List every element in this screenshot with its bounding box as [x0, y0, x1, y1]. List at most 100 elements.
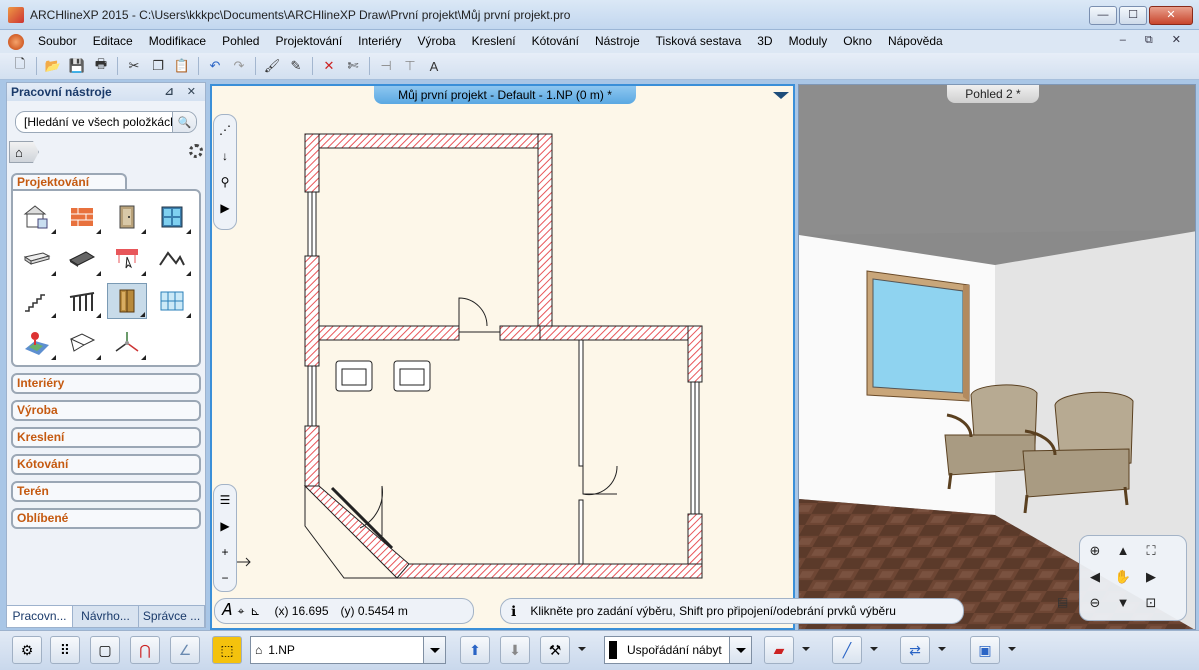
extend-icon[interactable]: ⊤ [400, 56, 420, 76]
expand-icon[interactable]: ▶ [220, 519, 229, 533]
minimize-button[interactable]: — [1089, 6, 1117, 25]
group-interiery[interactable]: Interiéry [11, 373, 201, 394]
chevron-down-icon[interactable] [572, 637, 594, 663]
menu-modifikace[interactable]: Modifikace [141, 30, 214, 53]
magnet-icon[interactable]: ⋂ [130, 636, 160, 664]
copy-icon[interactable]: ❐ [148, 56, 168, 76]
snap-icon[interactable]: 𝛢 [221, 602, 232, 620]
hammer-3d-icon[interactable]: ⚒ [540, 636, 570, 664]
menu-moduly[interactable]: Moduly [781, 30, 836, 53]
layers-icon[interactable]: ▤ [1057, 595, 1068, 609]
tab-pracovni[interactable]: Pracovn... [7, 606, 73, 627]
partition-lower[interactable] [578, 499, 584, 565]
wall-right-upper[interactable] [687, 325, 703, 383]
zoom-out-icon[interactable]: ⊖ [1084, 592, 1106, 614]
open-folder-icon[interactable]: 📂 [43, 56, 63, 76]
menu-tiskova-sestava[interactable]: Tisková sestava [648, 30, 750, 53]
group-teren[interactable]: Terén [11, 481, 201, 502]
door-partition[interactable] [582, 465, 618, 496]
partition-upper[interactable] [578, 339, 584, 467]
menu-nastroje[interactable]: Nástroje [587, 30, 648, 53]
frame-icon[interactable]: ▢ [90, 636, 120, 664]
trim-icon[interactable]: ⊣ [376, 56, 396, 76]
slab-icon[interactable] [62, 241, 102, 277]
group-vyroba[interactable]: Výroba [11, 400, 201, 421]
menu-napoveda[interactable]: Nápověda [880, 30, 951, 53]
pipette-icon[interactable]: ✎ [286, 56, 306, 76]
search-input[interactable] [16, 115, 172, 129]
menu-pohled[interactable]: Pohled [214, 30, 267, 53]
menu-okno[interactable]: Okno [835, 30, 880, 53]
wall-left-middle[interactable] [304, 255, 320, 367]
home-icon[interactable]: ⌂ [9, 141, 39, 163]
chevron-down-icon[interactable] [729, 637, 751, 663]
menu-3d[interactable]: 3D [749, 30, 780, 53]
swap-icon[interactable]: ⇄ [900, 636, 930, 664]
wall-icon[interactable] [62, 199, 102, 235]
window-icon[interactable] [152, 199, 192, 235]
arrangement-select[interactable]: Uspořádání nábyt [604, 636, 752, 664]
frame-style-icon[interactable]: ▣ [970, 636, 1000, 664]
tab-spravce[interactable]: Správce ... [139, 606, 205, 627]
wall-bottom[interactable] [396, 563, 703, 579]
cut-icon[interactable]: ✂ [124, 56, 144, 76]
view-2d-title[interactable]: Můj první projekt - Default - 1.NP (0 m)… [374, 86, 636, 104]
menu-editace[interactable]: Editace [85, 30, 141, 53]
text-style-icon[interactable]: A [424, 56, 444, 76]
zoom-in-icon[interactable]: ⊕ [1084, 540, 1106, 562]
chevron-down-icon[interactable] [796, 637, 818, 663]
cursor-icon[interactable]: ⌖ [238, 604, 245, 619]
terrain-icon[interactable] [17, 325, 57, 361]
angle-snap-icon[interactable]: ∠ [170, 636, 200, 664]
floor-down-icon[interactable]: ⬇ [500, 636, 530, 664]
chevron-down-icon[interactable] [932, 637, 954, 663]
building-wizard-icon[interactable] [17, 199, 57, 235]
play-icon[interactable]: ▶ [220, 201, 229, 215]
group-oblibene[interactable]: Oblíbené [11, 508, 201, 529]
book-layers-icon[interactable]: ▰ [764, 636, 794, 664]
stairs-icon[interactable] [17, 283, 57, 319]
select-icon[interactable]: ⬚ [212, 636, 242, 664]
perspective-view[interactable]: Pohled 2 * ⊕ ▲ ⛶ ◀ ✋ ▶ ⊖ ▼ ⊡ ▤ [798, 84, 1196, 630]
floor-up-icon[interactable]: ⬆ [460, 636, 490, 664]
line-style-icon[interactable]: ╱ [832, 636, 862, 664]
arrow-down-icon[interactable]: ▼ [1112, 592, 1134, 614]
interior-element-icon[interactable] [107, 283, 147, 319]
roof-icon[interactable] [152, 241, 192, 277]
menu-interiery[interactable]: Interiéry [350, 30, 409, 53]
door-diagonal[interactable] [359, 485, 383, 529]
redo-icon[interactable]: ↷ [229, 56, 249, 76]
group-kotovani[interactable]: Kótování [11, 454, 201, 475]
grip-icon[interactable]: ⋰ [219, 123, 231, 137]
door-upper[interactable] [458, 297, 488, 327]
railing-icon[interactable] [62, 283, 102, 319]
fit-view-icon[interactable]: ⛶ [1140, 540, 1162, 562]
wall-top[interactable] [304, 133, 553, 149]
arrow-left-icon[interactable]: ◀ [1084, 566, 1106, 588]
section-icon[interactable] [62, 325, 102, 361]
menu-kresleni[interactable]: Kreslení [464, 30, 524, 53]
view-3d-title[interactable]: Pohled 2 * [947, 85, 1039, 103]
axis-gizmo-icon[interactable] [107, 325, 147, 361]
group-kresleni[interactable]: Kreslení [11, 427, 201, 448]
wall-left-upper[interactable] [304, 133, 320, 193]
wall-left-lower[interactable] [304, 425, 320, 487]
wall-center-vertical[interactable] [537, 133, 553, 331]
menu-soubor[interactable]: Soubor [30, 30, 85, 53]
arrow-right-icon[interactable]: ▶ [1140, 566, 1162, 588]
paste-icon[interactable]: 📋 [172, 56, 192, 76]
armchair-2[interactable] [393, 360, 431, 392]
floor-select[interactable]: ⌂ 1.NP [250, 636, 446, 664]
armchair-1[interactable] [335, 360, 373, 392]
wall-interior-horizontal-right[interactable] [499, 325, 541, 341]
panel-pin-close[interactable]: ⊿ ✕ [165, 85, 202, 98]
grid-icon[interactable]: ⠿ [50, 636, 80, 664]
save-icon[interactable]: 💾 [67, 56, 87, 76]
menu-app-icon[interactable] [8, 33, 24, 50]
tab-navrhove[interactable]: Návrho... [73, 606, 139, 627]
floor-plan-drawing[interactable] [212, 86, 795, 630]
view-menu-icon[interactable] [773, 92, 789, 99]
menu-kotovani[interactable]: Kótování [524, 30, 587, 53]
new-file-icon[interactable]: 🗋 [10, 56, 30, 76]
chevron-down-icon[interactable] [864, 637, 886, 663]
